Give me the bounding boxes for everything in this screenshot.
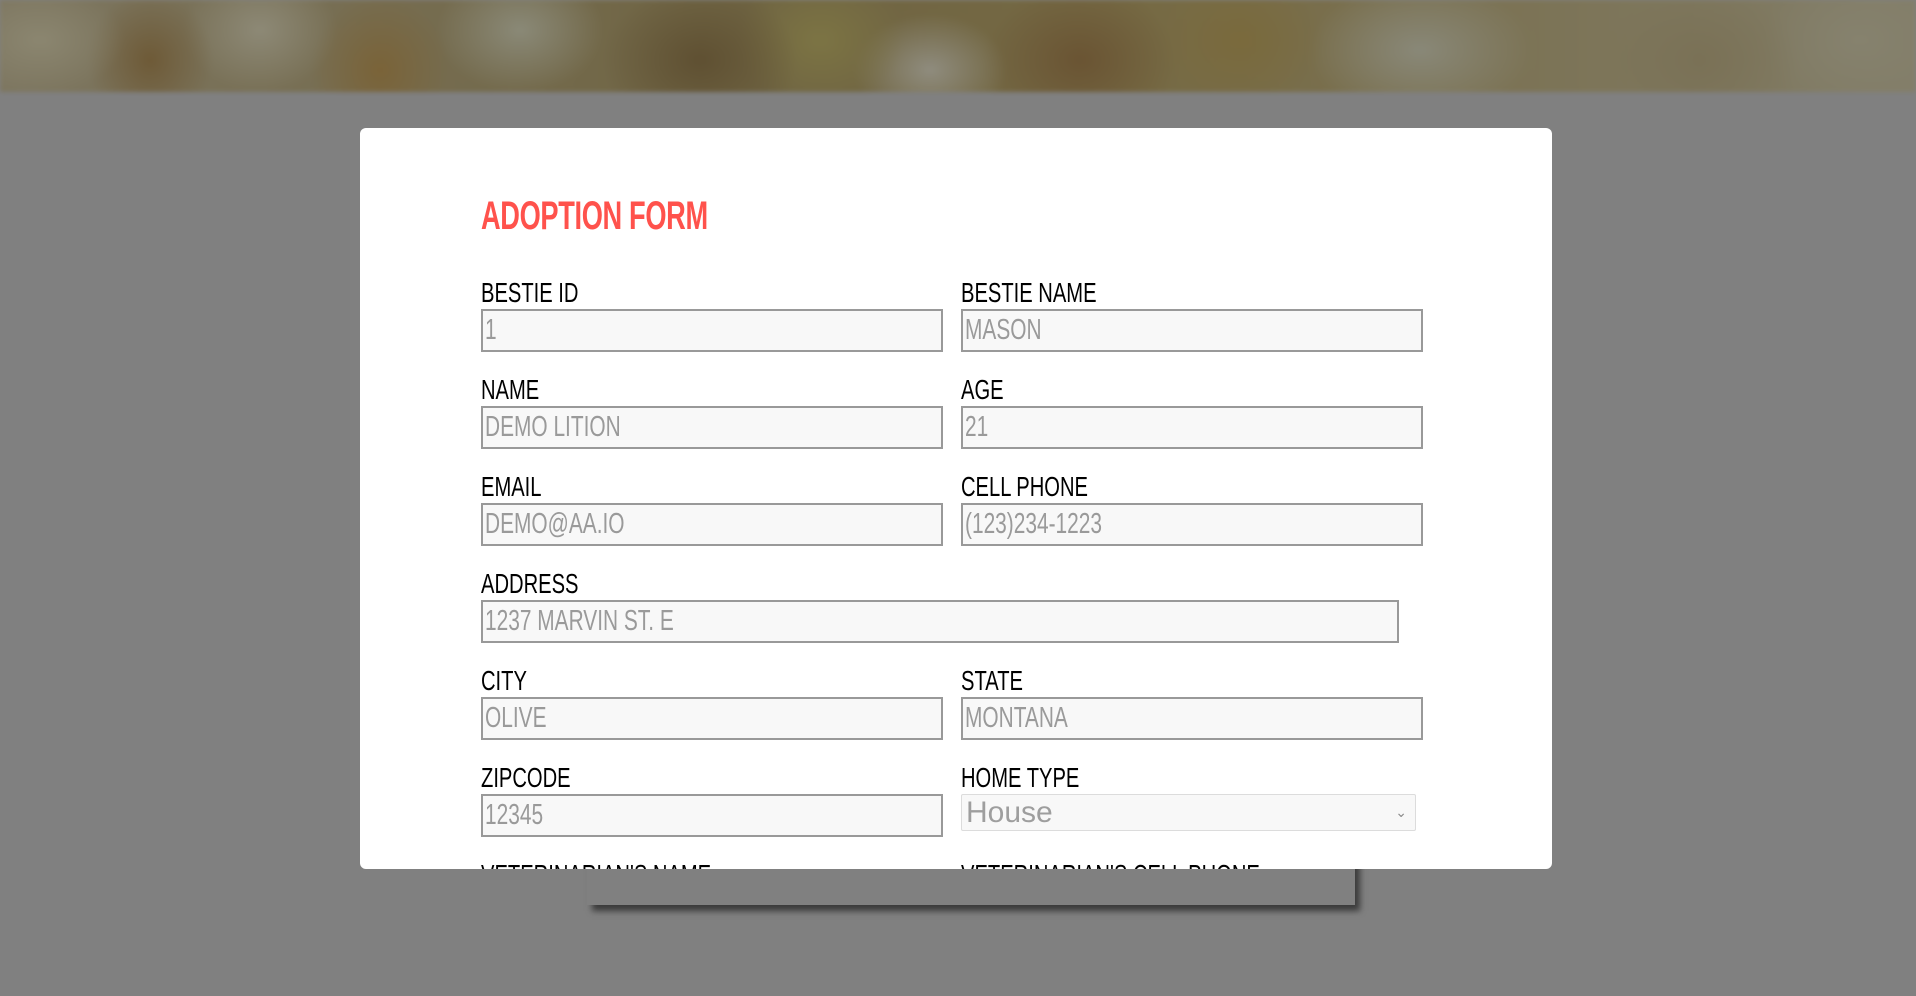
cell-phone-label: CELL PHONE — [961, 471, 1088, 502]
age-field: AGE 21 — [961, 374, 1423, 449]
city-field: CITY OLIVE — [481, 665, 943, 740]
zipcode-input[interactable]: 12345 — [481, 794, 943, 837]
name-input[interactable]: DEMO LITION — [481, 406, 943, 449]
bestie-id-field: BESTIE ID 1 — [481, 277, 943, 352]
vet-cell-phone-field: VETERINARIAN'S CELL PHONE — [961, 860, 1423, 870]
bestie-name-input[interactable]: MASON — [961, 309, 1423, 352]
bestie-name-label: BESTIE NAME — [961, 277, 1097, 308]
cell-phone-input[interactable]: (123)234-1223 — [961, 503, 1423, 546]
bestie-id-input[interactable]: 1 — [481, 309, 943, 352]
address-field: ADDRESS 1237 MARVIN ST. E — [481, 568, 1399, 643]
age-input[interactable]: 21 — [961, 406, 1423, 449]
city-input[interactable]: OLIVE — [481, 697, 943, 740]
address-input[interactable]: 1237 MARVIN ST. E — [481, 600, 1399, 643]
name-field: NAME DEMO LITION — [481, 374, 943, 449]
home-type-field: HOME TYPE House ⌄ — [961, 762, 1423, 831]
state-input[interactable]: MONTANA — [961, 697, 1423, 740]
zipcode-field: ZIPCODE 12345 — [481, 762, 943, 837]
bestie-id-label: BESTIE ID — [481, 277, 579, 308]
email-label: EMAIL — [481, 471, 542, 502]
state-label: STATE — [961, 665, 1023, 696]
zipcode-label: ZIPCODE — [481, 762, 571, 793]
state-field: STATE MONTANA — [961, 665, 1423, 740]
home-type-selected-value: House — [966, 796, 1053, 829]
header-banner-image — [0, 0, 1916, 92]
bestie-name-field: BESTIE NAME MASON — [961, 277, 1423, 352]
city-label: CITY — [481, 665, 527, 696]
chevron-down-icon: ⌄ — [1395, 804, 1407, 820]
vet-cell-phone-label: VETERINARIAN'S CELL PHONE — [961, 860, 1294, 870]
cell-phone-field: CELL PHONE (123)234-1223 — [961, 471, 1423, 546]
name-label: NAME — [481, 374, 540, 405]
email-input[interactable]: DEMO@AA.IO — [481, 503, 943, 546]
home-type-label: HOME TYPE — [961, 762, 1080, 793]
vet-name-field: VETERINARIAN'S NAME — [481, 860, 943, 870]
email-field: EMAIL DEMO@AA.IO — [481, 471, 943, 546]
form-title: ADOPTION FORM — [481, 194, 708, 238]
vet-name-label: VETERINARIAN'S NAME — [481, 860, 814, 870]
address-label: ADDRESS — [481, 568, 579, 599]
adoption-form-modal: ADOPTION FORM BESTIE ID 1 BESTIE NAME MA… — [360, 128, 1552, 869]
home-type-select[interactable]: House ⌄ — [961, 794, 1416, 831]
age-label: AGE — [961, 374, 1004, 405]
